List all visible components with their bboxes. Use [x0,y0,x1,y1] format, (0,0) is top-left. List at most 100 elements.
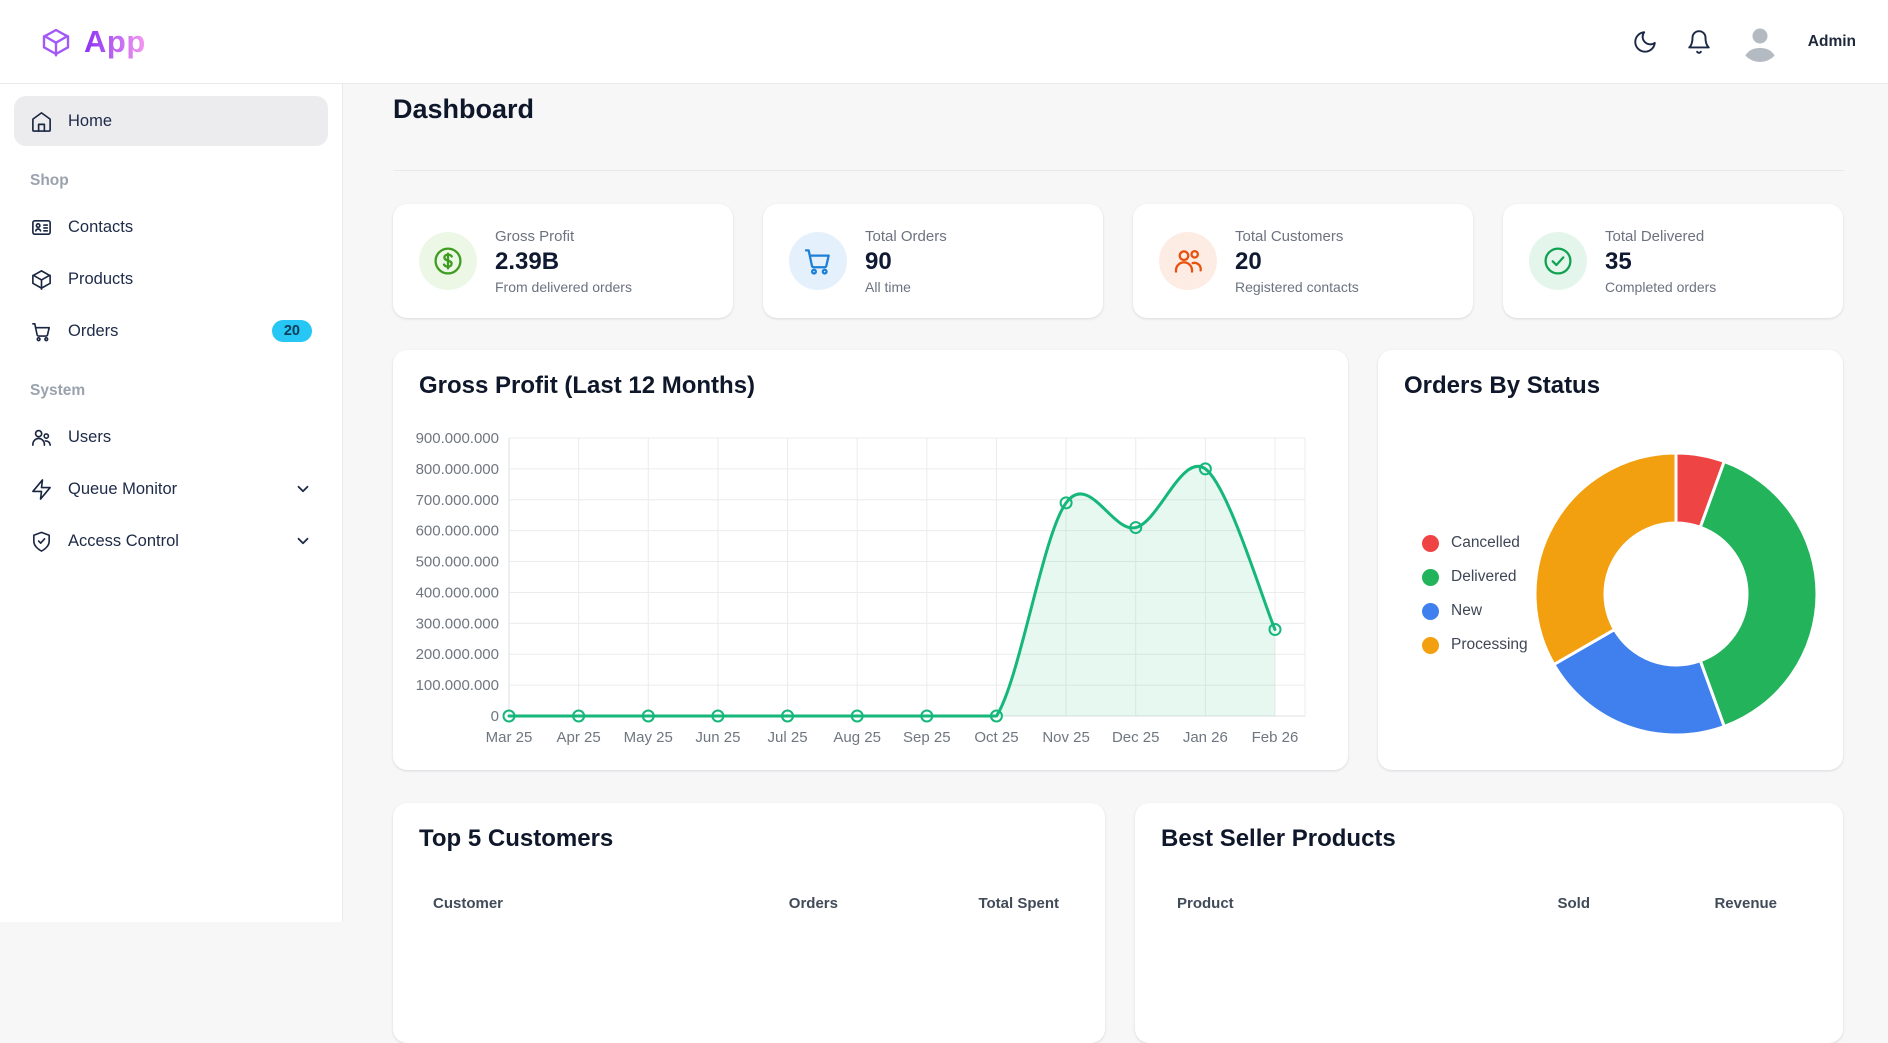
stat-value: 35 [1605,248,1716,276]
sidebar-item-label: Products [68,270,133,289]
table-title: Top 5 Customers [419,825,613,853]
page-title: Dashboard [393,94,534,125]
gross-profit-chart-card: Gross Profit (Last 12 Months) 0100.000.0… [393,350,1348,770]
dark-mode-toggle[interactable] [1632,29,1658,55]
stat-subtitle: Registered contacts [1235,279,1359,295]
stat-card-gross-profit: Gross Profit 2.39B From delivered orders [393,204,733,318]
check-circle-icon [1529,232,1587,290]
sidebar-item-products[interactable]: Products [14,254,328,304]
svg-text:700.000.000: 700.000.000 [416,492,499,509]
sidebar-item-queue-monitor[interactable]: Queue Monitor [14,464,328,514]
sidebar-item-label: Access Control [68,532,179,551]
notifications-button[interactable] [1686,29,1712,55]
svg-text:Apr 25: Apr 25 [557,729,601,746]
users-icon [30,426,53,449]
svg-text:Nov 25: Nov 25 [1042,729,1090,746]
legend-label: Processing [1451,636,1528,654]
cart-icon [789,232,847,290]
legend-item: New [1422,594,1528,628]
svg-text:300.000.000: 300.000.000 [416,615,499,632]
svg-text:Oct 25: Oct 25 [974,729,1018,746]
sidebar-section-shop: Shop [14,148,328,202]
topbar-actions: Admin [1632,22,1888,62]
svg-text:Jun 25: Jun 25 [695,729,740,746]
svg-text:100.000.000: 100.000.000 [416,677,499,694]
person-silhouette-icon [1740,22,1780,62]
sidebar-item-home[interactable]: Home [14,96,328,146]
legend-item: Cancelled [1422,526,1528,560]
user-name[interactable]: Admin [1808,33,1856,51]
svg-text:Mar 25: Mar 25 [486,729,533,746]
moon-icon [1632,29,1658,55]
sidebar-item-contacts[interactable]: Contacts [14,202,328,252]
stat-card-total-orders: Total Orders 90 All time [763,204,1103,318]
legend-item: Delivered [1422,560,1528,594]
column-header-total-spent: Total Spent [909,895,1059,912]
main-content: Dashboard Gross Profit 2.39B From delive… [344,84,1888,922]
dollar-circle-icon [419,232,477,290]
legend-label: New [1451,602,1482,620]
cart-icon [30,320,53,343]
stat-subtitle: All time [865,279,947,295]
topbar: App Admin [0,0,1888,84]
svg-text:200.000.000: 200.000.000 [416,646,499,663]
customers-icon [1159,232,1217,290]
legend-swatch [1422,637,1439,654]
legend-label: Delivered [1451,568,1516,586]
sidebar-item-label: Orders [68,322,118,341]
legend-swatch [1422,535,1439,552]
zap-icon [30,478,53,501]
orders-by-status-card: Orders By Status Cancelled Delivered New Pr… [1378,350,1843,770]
app-logo[interactable]: App [40,24,146,60]
column-header-customer: Customer [433,895,503,912]
svg-text:800.000.000: 800.000.000 [416,461,499,478]
cube-icon [40,26,72,58]
id-card-icon [30,216,53,239]
table-title: Best Seller Products [1161,825,1396,853]
sidebar-item-users[interactable]: Users [14,412,328,462]
chart-title: Gross Profit (Last 12 Months) [419,372,755,400]
box-icon [30,268,53,291]
stat-value: 2.39B [495,248,632,276]
svg-text:Sep 25: Sep 25 [903,729,951,746]
svg-text:500.000.000: 500.000.000 [416,554,499,571]
svg-text:400.000.000: 400.000.000 [416,584,499,601]
stat-title: Total Customers [1235,228,1359,245]
svg-text:Aug 25: Aug 25 [833,729,881,746]
title-divider [393,170,1844,171]
svg-text:Feb 26: Feb 26 [1252,729,1299,746]
gross-profit-line-chart: 0100.000.000200.000.000300.000.000400.00… [405,428,1335,758]
stat-title: Gross Profit [495,228,632,245]
top-customers-card: Top 5 Customers Customer Orders Total Sp… [393,803,1105,1043]
svg-text:600.000.000: 600.000.000 [416,523,499,540]
tables-row: Top 5 Customers Customer Orders Total Sp… [393,803,1843,1043]
sidebar-section-system: System [14,358,328,412]
chevron-down-icon [294,480,312,498]
svg-text:900.000.000: 900.000.000 [416,430,499,447]
best-sellers-card: Best Seller Products Product Sold Revenu… [1135,803,1843,1043]
stat-subtitle: From delivered orders [495,279,632,295]
charts-row: Gross Profit (Last 12 Months) 0100.000.0… [393,350,1843,770]
app-name: App [84,24,146,60]
home-icon [30,110,53,133]
bell-icon [1686,29,1712,55]
svg-text:Jul 25: Jul 25 [768,729,808,746]
stat-card-total-customers: Total Customers 20 Registered contacts [1133,204,1473,318]
donut-legend: Cancelled Delivered New Processing [1422,526,1528,662]
legend-swatch [1422,603,1439,620]
legend-label: Cancelled [1451,534,1520,552]
avatar[interactable] [1740,22,1780,62]
shield-check-icon [30,530,53,553]
orders-count-badge: 20 [272,320,312,342]
column-header-revenue: Revenue [1627,895,1777,912]
stat-subtitle: Completed orders [1605,279,1716,295]
stats-row: Gross Profit 2.39B From delivered orders… [393,204,1843,318]
legend-swatch [1422,569,1439,586]
sidebar-item-access-control[interactable]: Access Control [14,516,328,566]
stat-title: Total Orders [865,228,947,245]
stat-value: 90 [865,248,947,276]
chart-title: Orders By Status [1404,372,1600,400]
column-header-orders: Orders [738,895,838,912]
sidebar-item-orders[interactable]: Orders 20 [14,306,328,356]
sidebar-item-label: Queue Monitor [68,480,177,499]
